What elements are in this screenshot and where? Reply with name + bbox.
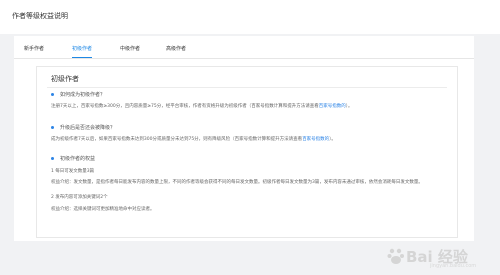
bullet-icon (51, 157, 54, 160)
index-link[interactable]: 百家号指数的 (319, 104, 346, 109)
tab-novice-author[interactable]: 新手作者 (24, 45, 44, 57)
paw-icon (387, 248, 404, 264)
panel-title: 初级作者 (51, 75, 79, 83)
answer-downgrade: 成为初级作者7天以后，如果百家号指数未达到300分或质量分未达到75分，则有降级… (51, 137, 336, 142)
benefit-1-title: 1 每日可发文数量3篇 (51, 169, 95, 174)
page-title: 作者等级权益说明 (12, 12, 68, 20)
page-header: 作者等级权益说明 (0, 0, 500, 34)
index-link[interactable]: 百家号指数的 (302, 137, 329, 142)
benefit-1-desc: 权益介绍：发文数量，是指作者每日能发布内容的数量上限，不同的作者等级会获得不同的… (51, 180, 423, 185)
bullet-icon (51, 126, 54, 129)
level-panel: 初级作者 如何成为初级作者？ 注册7天以上，百家号指数≥300分，且内容质量≥7… (36, 66, 458, 238)
baidu-jingyan-watermark: Bai 经验 jingyan.baidu.com (384, 242, 494, 270)
question-benefits: 初级作者的权益 (51, 155, 95, 162)
benefit-2-title: 2 发布内容可添加关键词2个 (51, 195, 108, 200)
tab-junior-author[interactable]: 初级作者 (72, 45, 93, 58)
content-card: 新手作者 初级作者 中级作者 高级作者 初级作者 如何成为初级作者？ 注册7天以… (14, 36, 474, 241)
panel-divider (47, 87, 447, 88)
tab-bar: 新手作者 初级作者 中级作者 高级作者 (14, 36, 474, 59)
answer-how-to-become: 注册7天以上，百家号指数≥300分，且内容质量≥75分，经平台审核，作者有资格升… (51, 104, 353, 109)
question-how-to-become: 如何成为初级作者？ (51, 91, 105, 98)
question-downgrade: 升级后是否还会被降级？ (51, 124, 115, 131)
tab-intermediate-author[interactable]: 中级作者 (120, 45, 140, 57)
watermark-url: jingyan.baidu.com (430, 263, 477, 269)
benefit-2-desc: 权益介绍：选择关键词可更加精准地命中对应读者。 (51, 207, 155, 212)
bullet-icon (51, 93, 54, 96)
tab-senior-author[interactable]: 高级作者 (166, 45, 186, 57)
